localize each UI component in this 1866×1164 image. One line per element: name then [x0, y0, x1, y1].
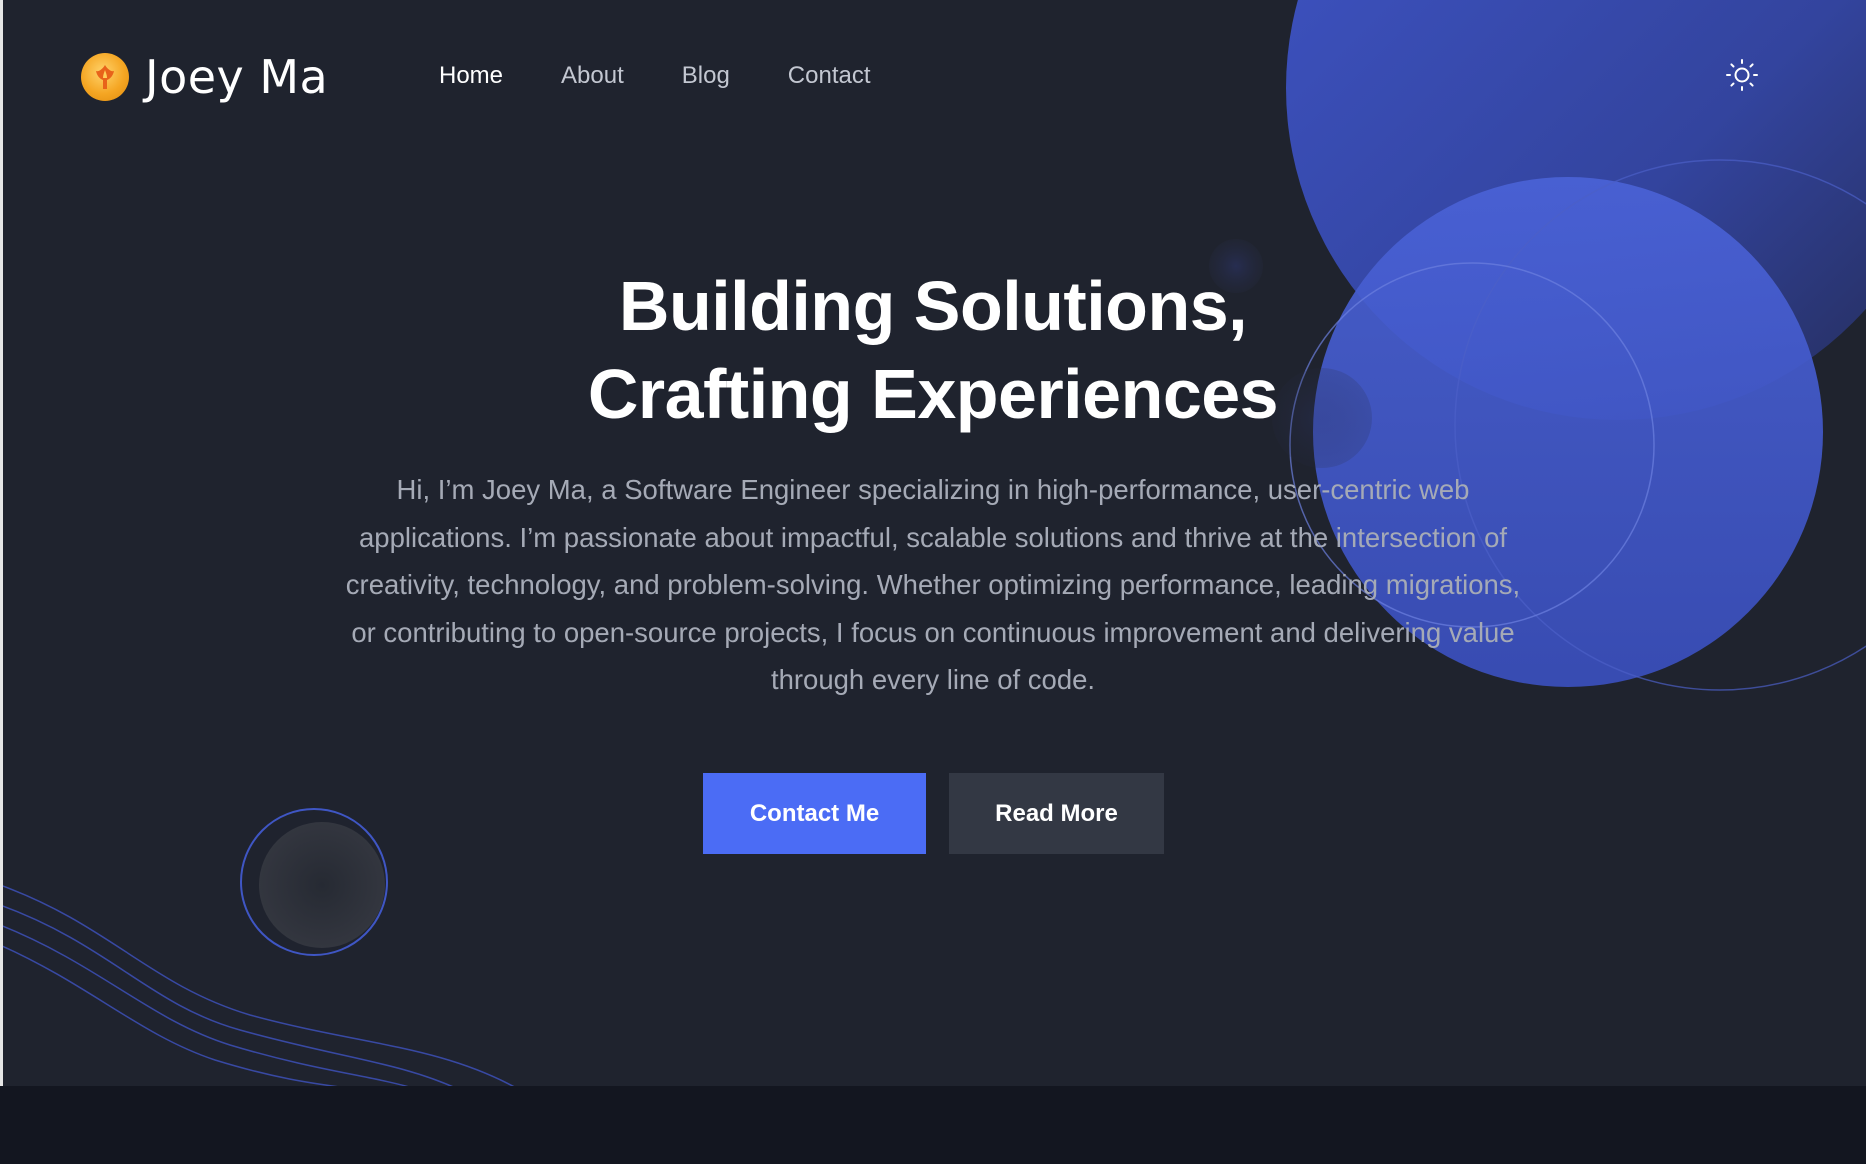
theme-toggle-button[interactable] [1722, 55, 1762, 95]
read-more-button[interactable]: Read More [949, 773, 1164, 854]
footer-band [0, 1086, 1866, 1164]
nav-about[interactable]: About [561, 58, 624, 94]
brand-name: Joey Ma [145, 50, 329, 104]
hero-title-line-1: Building Solutions, [618, 267, 1248, 345]
nav-blog[interactable]: Blog [682, 58, 730, 94]
page: Joey Ma Home About Blog Contact Building… [0, 0, 1866, 1164]
sun-icon [1726, 59, 1758, 91]
site-header: Joey Ma Home About Blog Contact [0, 0, 1866, 150]
nav-home[interactable]: Home [439, 58, 503, 94]
nav-contact[interactable]: Contact [788, 58, 871, 94]
main-nav: Home About Blog Contact [439, 58, 929, 94]
hero-description: Hi, I’m Joey Ma, a Software Engineer spe… [345, 474, 1521, 695]
window-edge [0, 0, 3, 1164]
brand-link[interactable]: Joey Ma [81, 48, 328, 106]
hero-title-line-2: Crafting Experiences [587, 355, 1279, 433]
contact-me-button[interactable]: Contact Me [703, 773, 926, 854]
logo-icon [81, 53, 129, 101]
small-grey-circle [259, 822, 385, 948]
hero-title: Building Solutions, Crafting Experiences [0, 262, 1866, 438]
